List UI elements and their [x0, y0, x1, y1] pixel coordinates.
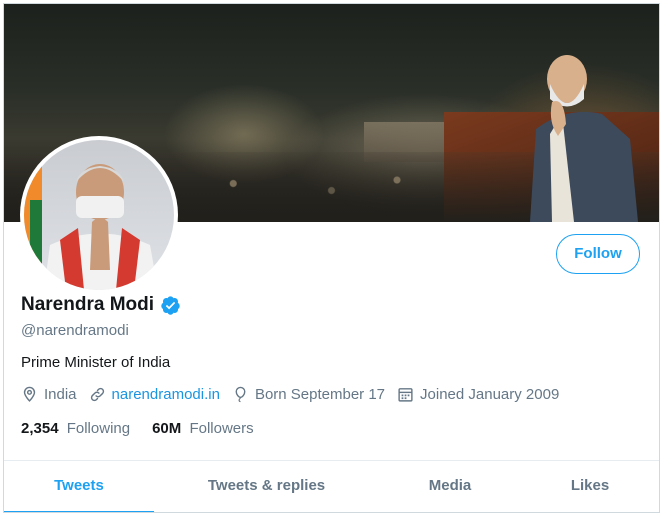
followers-count: 60M: [152, 420, 182, 437]
meta-website: narendramodi.in: [89, 386, 220, 403]
name-row: Narendra Modi: [21, 294, 181, 316]
profile-name: Narendra Modi: [21, 294, 155, 315]
meta-birth: Born September 17: [232, 386, 385, 403]
profile-handle: @narendramodi: [21, 322, 129, 339]
profile-bio: Prime Minister of India: [21, 354, 171, 371]
profile-tabs: Tweets Tweets & replies Media Likes: [4, 460, 659, 512]
banner-person: [530, 55, 638, 222]
joined-text: Joined January 2009: [420, 386, 560, 403]
avatar[interactable]: [24, 140, 174, 290]
website-link[interactable]: narendramodi.in: [112, 386, 220, 403]
meta-joined: Joined January 2009: [397, 386, 559, 403]
birth-text: Born September 17: [254, 386, 386, 403]
follow-button[interactable]: Follow: [556, 234, 640, 274]
tab-media[interactable]: Media: [379, 461, 521, 512]
following-count: 2,354: [21, 420, 59, 437]
balloon-icon: [235, 386, 246, 403]
profile-card: Follow Narendra Modi @narendramodi Prime…: [3, 3, 660, 513]
followers-link[interactable]: 60M Followers: [152, 420, 254, 437]
followers-label: Followers: [189, 420, 254, 437]
profile-meta: India narendramodi.in Born September 17: [21, 386, 571, 403]
profile-counts: 2,354 Following 60M Followers: [21, 420, 276, 437]
tab-tweets-replies[interactable]: Tweets & replies: [154, 461, 379, 512]
following-label: Following: [66, 420, 131, 437]
link-icon: [90, 387, 104, 402]
following-link[interactable]: 2,354 Following: [21, 420, 130, 437]
meta-location: India: [21, 386, 77, 403]
avatar-image: [24, 140, 158, 290]
location-icon: [23, 386, 36, 402]
tab-likes[interactable]: Likes: [521, 461, 659, 512]
tab-tweets[interactable]: Tweets: [4, 461, 154, 512]
calendar-icon: [398, 388, 413, 402]
avatar-ring: [20, 136, 178, 294]
verified-badge-icon: [161, 295, 180, 315]
location-text: India: [44, 386, 77, 403]
